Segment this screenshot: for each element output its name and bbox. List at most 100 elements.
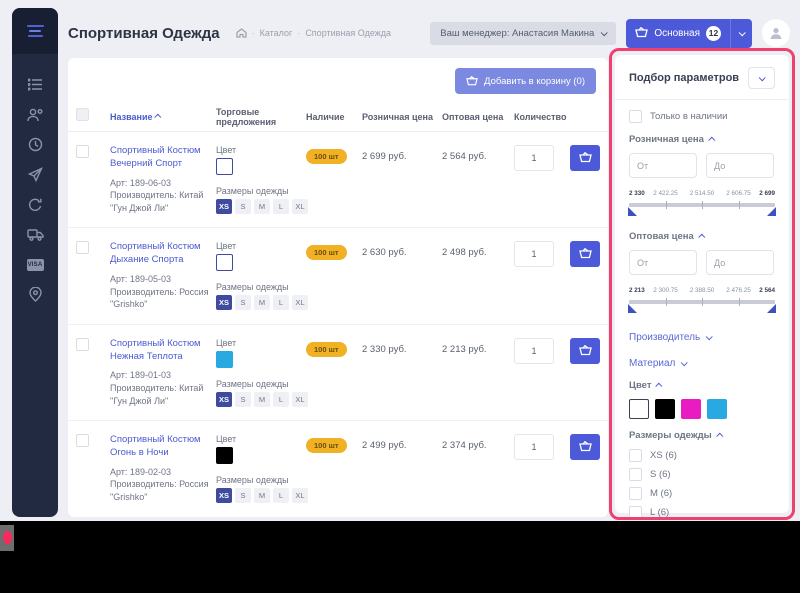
size-filter-checkbox[interactable] [629,468,642,481]
size-chip[interactable]: XL [292,488,308,504]
filter-color-swatch[interactable] [681,399,701,419]
slider-handle-min[interactable] [628,207,637,216]
size-chip[interactable]: XS [216,199,232,214]
add-row-to-cart-button[interactable] [570,434,600,461]
retail-price-section-toggle[interactable]: Розничная цена [629,134,775,145]
size-chip[interactable]: S [235,199,251,214]
size-filter-option[interactable]: M (6) [629,487,775,500]
row-checkbox[interactable] [76,145,89,158]
wholesale-price-section-toggle[interactable]: Оптовая цена [629,231,775,242]
sizes-section-toggle[interactable]: Размеры одежды [629,430,775,441]
quantity-input[interactable] [514,145,554,171]
select-all-checkbox[interactable] [76,107,89,121]
add-to-cart-bulk-button[interactable]: Добавить в корзину (0) [455,68,596,94]
size-chip[interactable]: M [254,199,270,214]
only-in-stock-checkbox[interactable] [629,110,642,123]
only-in-stock-option[interactable]: Только в наличии [629,110,775,123]
quantity-input[interactable] [514,434,554,461]
add-row-to-cart-button[interactable] [570,145,600,171]
row-checkbox[interactable] [76,434,89,448]
row-checkbox[interactable] [76,241,89,255]
filter-color-swatch[interactable] [655,399,675,419]
quantity-input[interactable] [514,241,554,268]
header-name[interactable]: Название [110,112,216,122]
color-section-toggle[interactable]: Цвет [629,380,775,391]
material-section-toggle[interactable]: Материал [629,358,775,369]
product-name-link[interactable]: Спортивный Костюм Огонь в Ночи [110,434,216,460]
size-chip[interactable]: M [254,391,270,407]
manager-dropdown[interactable]: Ваш менеджер: Анастасия Макина [430,21,617,45]
breadcrumb-catalog[interactable]: Каталог [252,28,293,38]
user-avatar[interactable] [762,19,790,47]
filter-color-swatch[interactable] [707,399,727,419]
size-chip[interactable]: XL [292,199,308,214]
wholesale-price-to-input[interactable] [706,250,774,275]
page-title: Спортивная Одежда [68,24,220,42]
slider-track[interactable] [629,298,775,306]
sync-icon[interactable] [27,196,44,213]
delivery-truck-icon[interactable] [26,226,44,243]
orders-list-icon[interactable] [27,76,44,93]
size-filter-label: S (6) [650,469,671,480]
home-icon[interactable] [235,28,247,38]
size-chip[interactable]: S [235,295,251,311]
slider-tick-label: 2 514.50 [689,190,715,197]
size-chip[interactable]: XL [292,391,308,407]
product-name-link[interactable]: Спортивный Костюм Вечерний Спорт [110,145,216,171]
size-filter-checkbox[interactable] [629,487,642,500]
size-chip[interactable]: L [273,391,289,407]
send-rocket-icon[interactable] [27,166,44,183]
size-filter-checkbox[interactable] [629,449,642,462]
color-swatch[interactable] [216,158,233,175]
sizes-label: Размеры одежды [216,186,289,196]
cart-dropdown-toggle[interactable] [731,28,752,36]
size-filter-option[interactable]: L (6) [629,506,775,519]
size-filter-checkbox[interactable] [629,506,642,519]
location-pin-icon[interactable] [27,286,44,303]
slider-handle-min[interactable] [628,304,637,313]
color-swatch[interactable] [216,254,233,272]
size-filter-option[interactable]: S (6) [629,468,775,481]
size-chip[interactable]: XS [216,391,232,407]
table-row: Спортивный Костюм Нежная Теплота Арт: 18… [68,325,608,422]
slider-track[interactable] [629,201,775,209]
product-manufacturer: Производитель: Россия "Grishko" [110,286,209,310]
slider-handle-max[interactable] [767,207,776,216]
manufacturer-section-toggle[interactable]: Производитель [629,332,775,343]
stock-badge: 100 шт [306,341,347,357]
size-chip[interactable]: L [273,488,289,504]
retail-price-from-input[interactable] [629,153,697,178]
size-chip[interactable]: L [273,295,289,311]
size-chip[interactable]: M [254,295,270,311]
top-bar: Спортивная Одежда Каталог Спортивная Оде… [68,16,790,50]
color-swatch[interactable] [216,350,233,368]
size-chip[interactable]: XS [216,488,232,504]
product-name-link[interactable]: Спортивный Костюм Нежная Теплота [110,338,216,364]
size-chip[interactable]: XS [216,295,232,311]
hamburger-menu-button[interactable] [12,8,58,54]
add-row-to-cart-button[interactable] [570,241,600,268]
cart-button[interactable]: Основная 12 [626,18,752,48]
size-chip[interactable]: S [235,391,251,407]
size-filter-option[interactable]: XS (6) [629,449,775,462]
add-to-cart-label: Добавить в корзину (0) [484,75,585,87]
row-checkbox[interactable] [76,337,89,351]
collapse-panel-button[interactable] [748,67,775,89]
product-name-link[interactable]: Спортивный Костюм Дыхание Спорта [110,241,216,267]
clients-icon[interactable] [27,106,44,123]
color-swatch[interactable] [216,447,233,465]
size-chip[interactable]: M [254,488,270,504]
payment-visa-icon[interactable]: VISA [26,256,44,273]
history-clock-icon[interactable] [27,136,44,153]
quantity-input[interactable] [514,337,554,364]
add-row-to-cart-button[interactable] [570,337,600,364]
slider-tick-label: 2 476.25 [726,287,751,294]
filter-color-swatch[interactable] [629,399,649,419]
wholesale-price-from-input[interactable] [629,250,697,275]
cart-icon [578,344,592,355]
size-chip[interactable]: S [235,488,251,504]
size-chip[interactable]: XL [292,295,308,311]
size-chip[interactable]: L [273,199,289,214]
retail-price-to-input[interactable] [706,153,774,178]
slider-handle-max[interactable] [767,304,776,313]
